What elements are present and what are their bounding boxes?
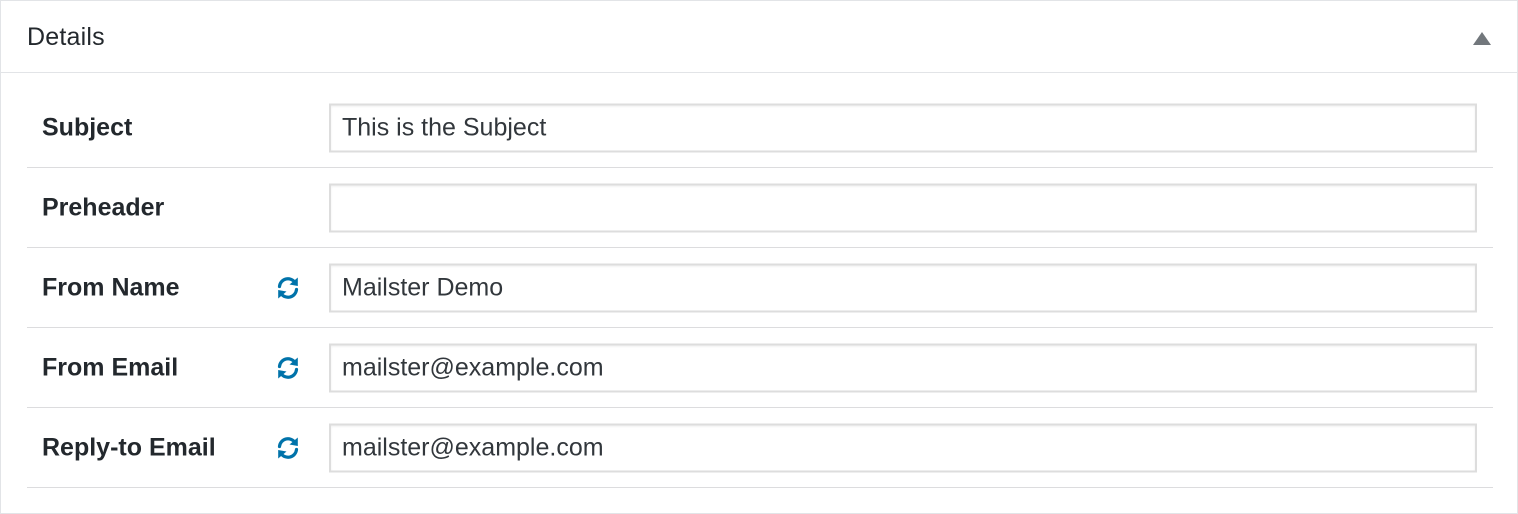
refresh-icon[interactable] xyxy=(275,355,301,381)
triangle-up-icon xyxy=(1473,31,1491,45)
from-email-label: From Email xyxy=(42,353,179,381)
field-row-preheader: Preheader xyxy=(27,168,1493,248)
field-row-reply-to-email: Reply-to Email xyxy=(27,408,1493,488)
field-row-subject: Subject xyxy=(27,89,1493,168)
preheader-label: Preheader xyxy=(42,193,165,221)
subject-input[interactable] xyxy=(329,103,1477,153)
field-row-from-email: From Email xyxy=(27,328,1493,408)
collapse-toggle-button[interactable] xyxy=(1467,23,1497,53)
refresh-icon[interactable] xyxy=(275,275,301,301)
details-panel: Details Subject Preheader From Name From… xyxy=(0,0,1518,514)
reply-to-email-label: Reply-to Email xyxy=(42,433,216,461)
details-form: Subject Preheader From Name From Email xyxy=(27,89,1493,488)
from-email-input[interactable] xyxy=(329,343,1477,392)
from-name-label: From Name xyxy=(42,273,180,301)
from-name-input[interactable] xyxy=(329,263,1477,312)
subject-label: Subject xyxy=(42,113,133,142)
refresh-icon[interactable] xyxy=(275,435,301,461)
preheader-input[interactable] xyxy=(329,183,1477,232)
panel-title: Details xyxy=(27,23,105,51)
field-row-from-name: From Name xyxy=(27,248,1493,328)
panel-header[interactable]: Details xyxy=(1,1,1517,73)
reply-to-email-input[interactable] xyxy=(329,423,1477,472)
